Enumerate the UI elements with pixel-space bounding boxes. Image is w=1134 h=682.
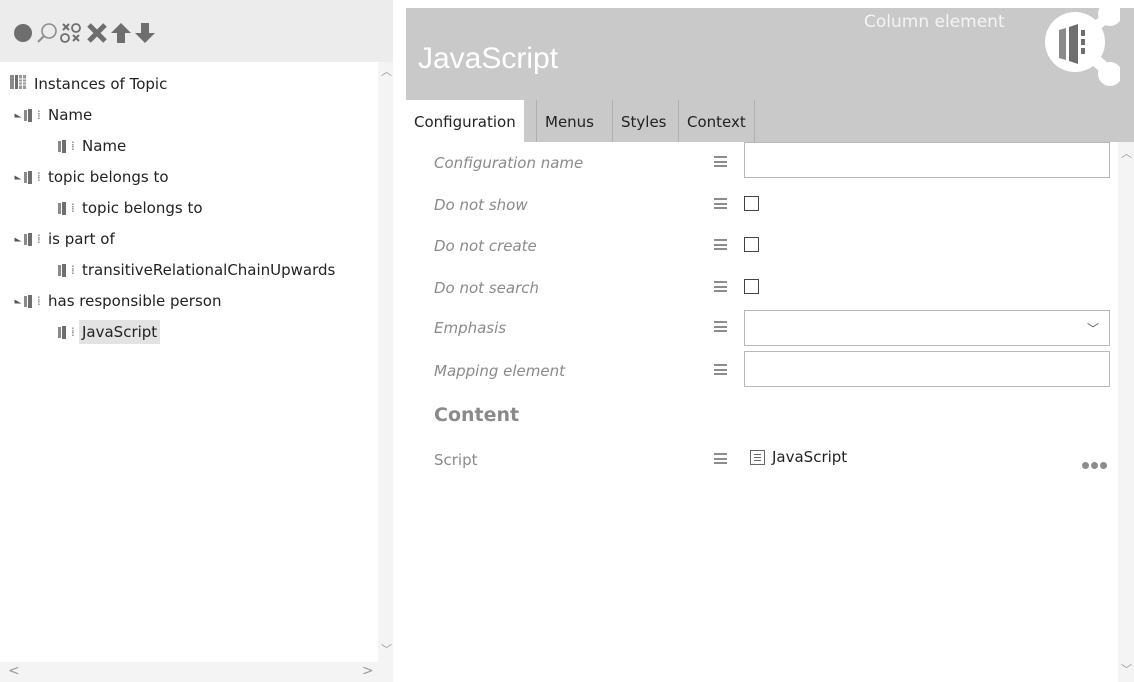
mapping-element-label: Mapping element [434, 362, 565, 380]
right-pane: JavaScript Column element Configuration … [406, 0, 1134, 682]
hamburger-icon[interactable] [714, 453, 727, 464]
expand-arrow-icon[interactable] [14, 237, 22, 241]
do-not-create-label: Do not create [434, 237, 537, 255]
tree-item-label: is part of [48, 230, 115, 248]
do-not-show-checkbox[interactable] [744, 196, 759, 211]
configuration-name-label: Configuration name [434, 154, 584, 172]
do-not-search-label: Do not search [434, 279, 539, 297]
script-document-icon [750, 449, 765, 465]
do-not-search-checkbox[interactable] [744, 279, 759, 294]
move-up-icon[interactable] [110, 22, 132, 44]
tree-item-topic-belongs-to-child[interactable]: ⁞ topic belongs to [58, 196, 206, 220]
column-icon [24, 294, 33, 308]
page-title: JavaScript [418, 42, 559, 75]
table-icon [10, 72, 26, 96]
scroll-left-icon[interactable]: < [8, 664, 20, 678]
expand-arrow-icon[interactable] [14, 175, 22, 179]
tree-toolbar [0, 0, 393, 62]
form-vertical-scrollbar[interactable]: ︿ ﹀ [1118, 142, 1134, 682]
do-not-show-label: Do not show [434, 196, 528, 214]
scroll-up-icon[interactable]: ︿ [381, 66, 392, 77]
dots-icon: ⁞ [37, 108, 41, 122]
tree-item-label: JavaScript [79, 320, 161, 344]
scroll-down-icon[interactable]: ﹀ [381, 644, 392, 655]
mapping-element-input[interactable] [744, 351, 1110, 387]
circle-icon[interactable] [12, 22, 34, 44]
tree-item-name[interactable]: ⁞ Name [14, 103, 95, 127]
column-icon [58, 201, 67, 215]
dots-icon: ⁞ [37, 232, 41, 246]
clear-filter-icon[interactable] [60, 22, 82, 44]
tree-root-label: Instances of Topic [34, 75, 168, 93]
element-type-label: Column element [864, 12, 1005, 32]
column-icon [58, 263, 67, 277]
dots-icon: ⁞ [71, 201, 75, 215]
script-value-text: JavaScript [772, 448, 848, 466]
script-label: Script [434, 451, 478, 469]
scroll-up-icon[interactable]: ︿ [1121, 148, 1132, 159]
chevron-down-icon: ﹀ [1086, 322, 1099, 336]
dots-icon: ⁞ [37, 294, 41, 308]
move-down-icon[interactable] [134, 22, 156, 44]
tree-item-has-responsible-person[interactable]: ⁞ has responsible person [14, 289, 224, 313]
topic-tree: Instances of Topic ⁞ Name ⁞ Name ⁞ topic… [0, 62, 378, 662]
column-element-icon [1042, 2, 1122, 100]
hamburger-icon[interactable] [714, 321, 727, 332]
tree-item-topic-belongs-to[interactable]: ⁞ topic belongs to [14, 165, 172, 189]
dots-icon: ⁞ [71, 263, 75, 277]
scroll-down-icon[interactable]: ﹀ [1121, 664, 1132, 675]
hamburger-icon[interactable] [714, 156, 727, 167]
hamburger-icon[interactable] [714, 364, 727, 375]
column-icon [24, 170, 33, 184]
hamburger-icon[interactable] [714, 281, 727, 292]
configuration-name-input[interactable] [744, 142, 1110, 178]
column-icon [24, 232, 33, 246]
tab-menus[interactable]: Menus [536, 100, 602, 142]
tree-root[interactable]: Instances of Topic [10, 72, 170, 96]
tree-item-label: has responsible person [48, 292, 222, 310]
left-pane: Instances of Topic ⁞ Name ⁞ Name ⁞ topic… [0, 0, 393, 682]
column-icon [24, 108, 33, 122]
details-header: JavaScript Column element [406, 2, 1134, 100]
tree-item-label: topic belongs to [48, 168, 169, 186]
more-options-icon[interactable] [1082, 454, 1112, 469]
tree-horizontal-scrollbar[interactable]: < > [0, 662, 378, 682]
emphasis-select[interactable]: ﹀ [744, 310, 1110, 346]
do-not-create-checkbox[interactable] [744, 237, 759, 252]
tree-item-label: topic belongs to [82, 199, 203, 217]
tree-vertical-scrollbar[interactable]: ︿ ﹀ [378, 62, 393, 662]
tree-item-label: Name [48, 106, 93, 124]
emphasis-label: Emphasis [434, 319, 507, 337]
hamburger-icon[interactable] [714, 239, 727, 250]
tab-bar: Configuration Menus Styles Context [406, 100, 1134, 142]
tab-context[interactable]: Context [678, 100, 755, 142]
expand-arrow-icon[interactable] [14, 299, 22, 303]
dots-icon: ⁞ [71, 139, 75, 153]
tree-item-is-part-of[interactable]: ⁞ is part of [14, 227, 118, 251]
column-icon [58, 325, 67, 339]
delete-icon[interactable] [86, 22, 108, 44]
tree-item-label: transitiveRelationalChainUpwards [82, 261, 336, 279]
content-section-heading: Content [434, 404, 520, 426]
tree-item-name-child[interactable]: ⁞ Name [58, 134, 129, 158]
scroll-right-icon[interactable]: > [362, 664, 374, 678]
search-icon[interactable] [36, 22, 58, 44]
tab-styles[interactable]: Styles [612, 100, 675, 142]
dots-icon: ⁞ [71, 325, 75, 339]
tree-item-label: Name [82, 137, 127, 155]
tree-item-javascript[interactable]: ⁞ JavaScript [58, 320, 161, 344]
script-link[interactable]: JavaScript [750, 448, 847, 466]
column-icon [58, 139, 67, 153]
dots-icon: ⁞ [37, 170, 41, 184]
tree-item-is-part-of-child[interactable]: ⁞ transitiveRelationalChainUpwards [58, 258, 338, 282]
scrollbar-corner [378, 662, 393, 682]
tab-configuration[interactable]: Configuration [406, 100, 524, 142]
configuration-form: Configuration name Do not show Do not cr… [406, 142, 1118, 682]
expand-arrow-icon[interactable] [14, 113, 22, 117]
hamburger-icon[interactable] [714, 198, 727, 209]
